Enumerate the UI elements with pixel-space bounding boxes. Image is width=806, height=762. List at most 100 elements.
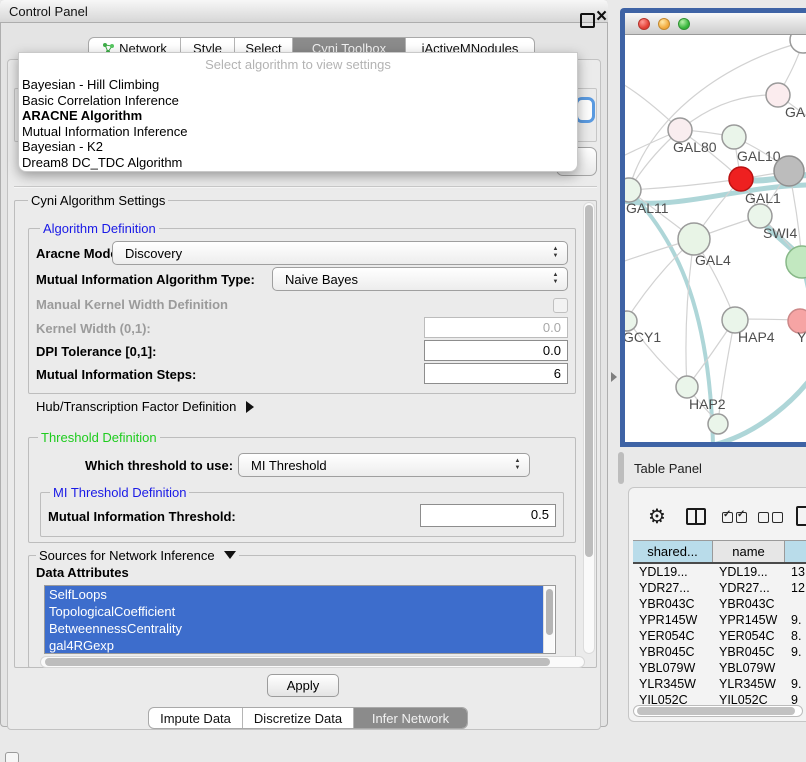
- table-cell: YDR27...: [713, 580, 785, 596]
- column-header[interactable]: [785, 540, 806, 562]
- network-node-gal4[interactable]: [678, 223, 710, 255]
- close-window-icon[interactable]: [596, 9, 610, 25]
- control-panel-title: Control Panel: [9, 4, 88, 19]
- node-label-gal10: GAL10: [737, 148, 781, 164]
- table-cell: 9.: [785, 644, 806, 660]
- network-edge[interactable]: [680, 95, 778, 130]
- node-label-gal4: GAL4: [695, 252, 731, 268]
- algorithm-option[interactable]: Mutual Information Inference: [22, 124, 574, 140]
- table-row[interactable]: YIL052CYIL052C9: [633, 692, 806, 705]
- table-horizontal-scrollbar[interactable]: [633, 705, 803, 717]
- settings-vertical-scrollbar[interactable]: [583, 202, 595, 654]
- gear-icon[interactable]: [648, 504, 666, 529]
- select-all-checkbox-icon[interactable]: [722, 512, 733, 523]
- table-hscroll-thumb[interactable]: [637, 707, 795, 715]
- column-header[interactable]: shared...: [633, 540, 713, 562]
- network-node[interactable]: [790, 35, 806, 53]
- columns-icon[interactable]: [686, 508, 706, 525]
- attribute-item-selected[interactable]: TopologicalCoefficient: [45, 603, 544, 620]
- close-traffic-light-icon[interactable]: [638, 18, 650, 30]
- settings-hscroll-thumb[interactable]: [45, 658, 550, 666]
- attributes-scroll-thumb[interactable]: [546, 589, 553, 635]
- table-row[interactable]: YBL079WYBL079W: [633, 660, 806, 676]
- algorithm-option[interactable]: Basic Correlation Inference: [22, 93, 574, 109]
- algorithm-option[interactable]: Bayesian - Hill Climbing: [22, 77, 574, 93]
- settings-group-title: Cyni Algorithm Settings: [28, 193, 168, 208]
- sources-group-toggle[interactable]: Sources for Network Inference: [36, 548, 239, 563]
- combo-arrows-icon: [513, 458, 522, 472]
- mi-type-combobox[interactable]: Naive Bayes: [272, 267, 568, 291]
- network-node-gcy1[interactable]: [625, 311, 637, 331]
- minimized-panel-fragment[interactable]: [5, 752, 19, 762]
- network-node[interactable]: [786, 246, 806, 278]
- which-threshold-combobox[interactable]: MI Threshold: [238, 453, 530, 477]
- network-view-window: GALGAL80GAL10GAL1GAL11SWI4GAL4GCY1HAP4YH…: [620, 8, 806, 447]
- deselect-all-checkbox-icon[interactable]: [758, 512, 769, 523]
- attribute-item-selected[interactable]: BetweennessCentrality: [45, 620, 544, 637]
- network-node[interactable]: [708, 414, 728, 434]
- deselect-all-checkbox-icon[interactable]: [772, 512, 783, 523]
- table-row[interactable]: YDL19...YDL19...13: [633, 564, 806, 580]
- table-row[interactable]: YDR27...YDR27...12: [633, 580, 806, 596]
- minimize-traffic-light-icon[interactable]: [658, 18, 670, 30]
- table-cell: YBR045C: [633, 644, 713, 660]
- manual-kernel-checkbox[interactable]: [553, 298, 568, 313]
- table-cell: 13: [785, 564, 806, 580]
- algorithm-option[interactable]: Dream8 DC_TDC Algorithm: [22, 155, 574, 171]
- new-table-icon[interactable]: [796, 506, 806, 526]
- mi-threshold-input[interactable]: 0.5: [420, 504, 556, 527]
- table-cell: 8.: [785, 628, 806, 644]
- algorithm-list: Bayesian - Hill ClimbingBasic Correlatio…: [22, 77, 574, 170]
- splitter-handle[interactable]: [618, 452, 624, 484]
- network-node-gal1[interactable]: [729, 167, 753, 191]
- network-edge[interactable]: [629, 179, 741, 190]
- network-canvas[interactable]: GALGAL80GAL10GAL1GAL11SWI4GAL4GCY1HAP4YH…: [625, 35, 806, 442]
- attribute-item-selected[interactable]: gal4RGexp: [45, 637, 544, 654]
- network-edge[interactable]: [686, 239, 694, 387]
- table-cell: YPR145W: [633, 612, 713, 628]
- dpi-tolerance-input[interactable]: 0.0: [424, 340, 568, 361]
- node-label-swi4: SWI4: [763, 225, 797, 241]
- tab-impute-data[interactable]: Impute Data: [149, 708, 242, 728]
- table-cell: 9: [785, 692, 806, 705]
- apply-button[interactable]: Apply: [267, 674, 339, 697]
- table-row[interactable]: YER054CYER054C8.: [633, 628, 806, 644]
- dpi-tolerance-label: DPI Tolerance [0,1]:: [36, 344, 156, 359]
- table-cell: YLR345W: [713, 676, 785, 692]
- table-row[interactable]: YBR045CYBR045C9.: [633, 644, 806, 660]
- table-cell: 9.: [785, 612, 806, 628]
- table-row[interactable]: YLR345WYLR345W9.: [633, 676, 806, 692]
- attribute-item-selected[interactable]: SelfLoops: [45, 586, 544, 603]
- float-window-icon[interactable]: [580, 13, 595, 28]
- table-row[interactable]: YBR043CYBR043C: [633, 596, 806, 612]
- table-row[interactable]: YPR145WYPR145W9.: [633, 612, 806, 628]
- zoom-traffic-light-icon[interactable]: [678, 18, 690, 30]
- select-all-checkbox-icon[interactable]: [736, 512, 747, 523]
- network-node[interactable]: [774, 156, 804, 186]
- algorithm-dropdown-popup: Select algorithm to view settings Bayesi…: [18, 52, 578, 172]
- tab-discretize-data[interactable]: Discretize Data: [242, 708, 353, 728]
- network-node-gal10[interactable]: [722, 125, 746, 149]
- algorithm-option[interactable]: ARACNE Algorithm: [22, 108, 574, 124]
- mi-steps-input[interactable]: 6: [424, 363, 568, 384]
- network-window-titlebar[interactable]: [625, 13, 806, 35]
- hub-definition-toggle[interactable]: Hub/Transcription Factor Definition: [36, 399, 254, 414]
- aracne-mode-combobox[interactable]: Discovery: [112, 241, 568, 265]
- settings-vscroll-thumb[interactable]: [585, 205, 593, 557]
- table-cell: YLR345W: [633, 676, 713, 692]
- kernel-width-input[interactable]: 0.0: [424, 317, 568, 338]
- node-table[interactable]: shared...nameYDL19...YDL19...13YDR27...Y…: [633, 540, 806, 705]
- manual-kernel-label: Manual Kernel Width Definition: [36, 297, 228, 312]
- node-label-gal11: GAL11: [626, 200, 669, 216]
- algorithm-combobox-focus-fragment[interactable]: [575, 97, 595, 123]
- column-header[interactable]: name: [713, 540, 785, 562]
- data-attributes-list[interactable]: SelfLoopsTopologicalCoefficientBetweenne…: [44, 585, 556, 654]
- settings-horizontal-scrollbar[interactable]: [40, 656, 585, 668]
- attributes-scrollbar[interactable]: [543, 586, 554, 653]
- network-node-hap2[interactable]: [676, 376, 698, 398]
- cyni-bottom-tab-bar: Impute DataDiscretize DataInfer Network: [148, 707, 468, 729]
- algorithm-option[interactable]: Bayesian - K2: [22, 139, 574, 155]
- splitter-arrow-icon[interactable]: [611, 372, 617, 382]
- desktop: Control Panel NetworkStyleSelectCyni Too…: [0, 0, 806, 762]
- tab-infer-network[interactable]: Infer Network: [353, 708, 467, 728]
